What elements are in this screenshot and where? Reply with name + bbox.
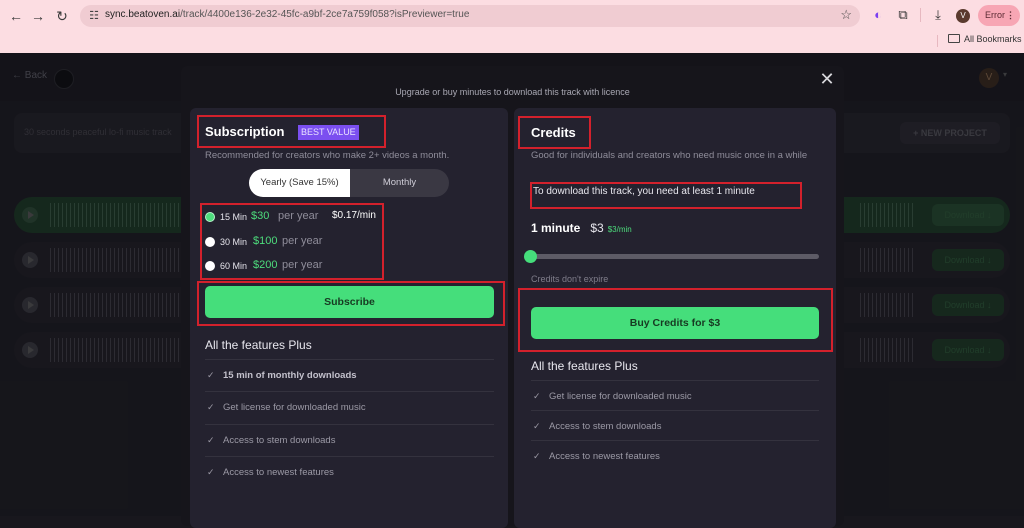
site-settings-icon[interactable]: ☷ — [86, 8, 102, 24]
folder-icon — [948, 34, 960, 43]
plan-period: per year — [282, 235, 323, 247]
price-per-minute: $3/min — [607, 225, 632, 234]
feature-text: Get license for downloaded music — [223, 402, 366, 413]
extension-icon[interactable]: ◐ — [868, 5, 888, 25]
plan-period: per year — [278, 210, 319, 222]
amount-price: $3 — [590, 221, 604, 235]
radio-button-checked[interactable] — [205, 212, 215, 222]
credits-amount: 1 minute $3 $3/min — [531, 219, 632, 237]
url-host: sync.beatoven.ai — [105, 9, 181, 20]
plan-price: $100 — [253, 235, 278, 247]
plan-option-30[interactable]: 30 Min $100 per year — [205, 235, 380, 251]
toggle-yearly[interactable]: Yearly (Save 15%) — [249, 169, 350, 197]
plan-option-60[interactable]: 60 Min $200 per year — [205, 259, 380, 275]
best-value-badge: BEST VALUE — [298, 125, 359, 140]
slider-thumb[interactable] — [524, 250, 537, 263]
requirement-text: To download this track, you need at leas… — [533, 186, 755, 197]
subscription-title: Subscription — [205, 124, 285, 139]
plan-minutes: 30 Min — [220, 237, 248, 247]
credits-title: Credits — [531, 125, 576, 140]
feature-item: ✓ Get license for downloaded music — [531, 380, 819, 410]
address-bar[interactable]: ☷ sync.beatoven.ai/track/4400e136-2e32-4… — [80, 5, 860, 27]
feature-item: ✓ 15 min of monthly downloads — [205, 359, 494, 391]
feature-item: ✓ Get license for downloaded music — [205, 391, 494, 423]
checkmark-icon: ✓ — [207, 435, 215, 445]
feature-text: Access to stem downloads — [549, 421, 662, 432]
billing-toggle: Yearly (Save 15%) Monthly — [249, 169, 449, 197]
back-arrow-icon[interactable]: ← — [6, 6, 26, 26]
plan-price: $200 — [253, 259, 278, 271]
checkmark-icon: ✓ — [533, 391, 541, 401]
modal-caption: Upgrade or buy minutes to download this … — [395, 87, 630, 97]
plan-period: per year — [282, 259, 323, 271]
downloads-icon[interactable]: ⤓ — [928, 5, 948, 25]
features-heading: All the features Plus — [531, 359, 638, 373]
feature-text: Access to newest features — [549, 451, 660, 462]
url-text[interactable]: sync.beatoven.ai/track/4400e136-2e32-45f… — [105, 9, 469, 20]
error-label: Error — [985, 10, 1005, 20]
menu-dots-icon[interactable]: ⋮ — [1006, 5, 1015, 26]
toolbar-divider — [920, 8, 921, 22]
feature-text: Access to newest features — [223, 467, 334, 478]
profile-avatar[interactable]: V — [956, 9, 970, 23]
plan-price: $30 — [251, 210, 270, 222]
radio-button[interactable] — [205, 261, 215, 271]
credits-note: Credits don't expire — [531, 274, 609, 284]
feature-item: ✓ Access to stem downloads — [205, 424, 494, 456]
toggle-monthly[interactable]: Monthly — [350, 169, 449, 197]
minutes-slider[interactable] — [527, 254, 819, 259]
feature-item: ✓ Access to stem downloads — [531, 410, 819, 440]
checkmark-icon: ✓ — [533, 421, 541, 431]
feature-text: 15 min of monthly downloads — [223, 370, 357, 381]
feature-item: ✓ Access to newest features — [205, 456, 494, 488]
subscription-description: Recommended for creators who make 2+ vid… — [205, 150, 450, 161]
plan-minutes: 60 Min — [220, 261, 248, 271]
bookmark-star-icon[interactable]: ☆ — [840, 7, 852, 23]
feature-item: ✓ Access to newest features — [531, 440, 819, 470]
url-path: /track/4400e136-2e32-45fc-a9bf-2ce7a759f… — [180, 9, 470, 20]
forward-arrow-icon[interactable]: → — [28, 6, 48, 26]
checkmark-icon: ✓ — [207, 370, 215, 380]
plan-option-15[interactable]: 15 Min $30 per year $0.17/min — [205, 210, 380, 226]
checkmark-icon: ✓ — [207, 402, 215, 412]
plan-minutes: 15 Min — [220, 212, 248, 222]
credits-description: Good for individuals and creators who ne… — [531, 150, 808, 161]
buy-credits-button[interactable]: Buy Credits for $3 — [531, 307, 819, 339]
feature-text: Access to stem downloads — [223, 435, 336, 446]
reload-icon[interactable]: ↻ — [52, 6, 72, 26]
browser-chrome: ← → ↻ ☷ sync.beatoven.ai/track/4400e136-… — [0, 0, 1024, 53]
extensions-puzzle-icon[interactable]: ⧉ — [893, 5, 913, 25]
feature-text: Get license for downloaded music — [549, 391, 692, 402]
amount-minutes: 1 minute — [531, 221, 581, 235]
features-heading: All the features Plus — [205, 338, 312, 352]
all-bookmarks-button[interactable]: All Bookmarks — [948, 34, 1022, 44]
checkmark-icon: ✓ — [207, 467, 215, 477]
bookmarks-divider — [937, 35, 938, 47]
error-button[interactable]: Error ⋮ — [978, 5, 1020, 26]
plan-rate: $0.17/min — [332, 210, 376, 221]
radio-button[interactable] — [205, 237, 215, 247]
subscribe-button[interactable]: Subscribe — [205, 286, 494, 318]
all-bookmarks-label: All Bookmarks — [964, 34, 1022, 44]
checkmark-icon: ✓ — [533, 451, 541, 461]
